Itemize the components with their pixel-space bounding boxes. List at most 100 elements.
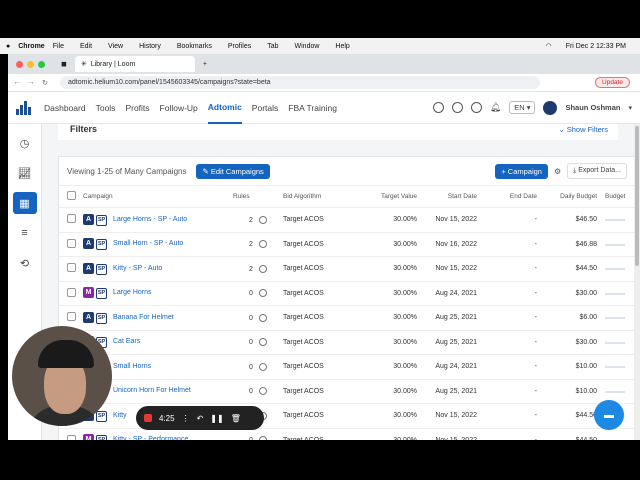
- clock-icon[interactable]: ◷: [13, 132, 37, 154]
- mac-menu-item[interactable]: File: [53, 43, 64, 50]
- column-header[interactable]: Rules: [233, 185, 283, 208]
- campaign-link[interactable]: Small Horn - SP - Auto: [113, 240, 183, 247]
- daily-budget-cell[interactable]: $44.50: [545, 256, 605, 282]
- column-header[interactable]: Bid Algorithm: [283, 185, 355, 208]
- end-date-cell[interactable]: -: [485, 281, 545, 306]
- rules-gear-icon[interactable]: [258, 240, 267, 249]
- tab-loom[interactable]: ✳ Library | Loom: [74, 56, 195, 72]
- daily-budget-cell[interactable]: $30.00: [545, 330, 605, 355]
- mac-menu-item[interactable]: View: [108, 43, 123, 50]
- row-checkbox[interactable]: [67, 434, 76, 440]
- row-checkbox[interactable]: [67, 312, 76, 322]
- back-icon[interactable]: ←: [12, 79, 22, 86]
- avatar[interactable]: [543, 100, 558, 115]
- list-filter-icon[interactable]: ≡: [13, 222, 37, 244]
- mac-menu-item[interactable]: Profiles: [228, 43, 251, 50]
- row-checkbox[interactable]: [67, 214, 76, 224]
- end-date-cell[interactable]: -: [485, 403, 545, 429]
- table-row[interactable]: ASPUnicorn Horn For Helmet0Target ACOS30…: [59, 379, 639, 404]
- tab-helium[interactable]: ◼: [55, 56, 73, 72]
- select-all-checkbox[interactable]: [67, 191, 76, 200]
- wifi-icon[interactable]: ◠: [546, 42, 552, 50]
- rules-gear-icon[interactable]: [258, 436, 267, 440]
- target-value-cell[interactable]: 30.00%: [355, 256, 425, 282]
- daily-budget-cell[interactable]: $44.50: [545, 428, 605, 440]
- reload-icon[interactable]: ↻: [40, 79, 50, 87]
- grid-icon[interactable]: ▦: [12, 192, 37, 214]
- bid-algorithm-cell[interactable]: Target ACOS: [283, 330, 355, 355]
- rules-gear-icon[interactable]: [258, 215, 267, 224]
- target-value-cell[interactable]: 30.00%: [355, 281, 425, 306]
- maximize-window-button[interactable]: [38, 60, 45, 68]
- trash-icon[interactable]: 🗑︎: [231, 414, 241, 423]
- campaign-link[interactable]: Large Horns: [113, 289, 152, 296]
- scrollbar[interactable]: [634, 124, 640, 440]
- daily-budget-cell[interactable]: $46.50: [545, 207, 605, 233]
- bell-icon[interactable]: 🔔︎: [490, 102, 501, 113]
- bid-algorithm-cell[interactable]: Target ACOS: [283, 428, 355, 440]
- daily-budget-cell[interactable]: $10.00: [545, 379, 605, 404]
- clock[interactable]: Fri Dec 2 12:33 PM: [566, 43, 626, 50]
- chart-icon[interactable]: 📈︎: [13, 162, 37, 184]
- target-value-cell[interactable]: 30.00%: [355, 207, 425, 233]
- minimize-window-button[interactable]: [27, 60, 34, 68]
- column-header[interactable]: Target Value: [355, 185, 425, 208]
- end-date-cell[interactable]: -: [485, 379, 545, 404]
- url-field[interactable]: adtomic.helium10.com/panel/1545603345/ca…: [60, 76, 540, 89]
- bid-algorithm-cell[interactable]: Target ACOS: [283, 207, 355, 233]
- end-date-cell[interactable]: -: [485, 354, 545, 380]
- search-icon[interactable]: [432, 102, 444, 113]
- user-name[interactable]: Shaun Oshman: [565, 103, 620, 112]
- table-row[interactable]: A SP Banana For Helmet 0 Target ACOS 30.00% Au…: [59, 305, 639, 331]
- end-date-cell[interactable]: -: [485, 207, 545, 233]
- bid-algorithm-cell[interactable]: Target ACOS: [283, 379, 355, 404]
- column-header[interactable]: Start Date: [425, 185, 485, 208]
- rules-gear-icon[interactable]: [258, 338, 267, 347]
- campaign-link[interactable]: Banana For Helmet: [113, 314, 174, 321]
- draw-icon[interactable]: ⋮: [182, 414, 190, 423]
- webcam-bubble[interactable]: [12, 326, 112, 426]
- bid-algorithm-cell[interactable]: Target ACOS: [283, 403, 355, 429]
- daily-budget-cell[interactable]: $46.88: [545, 232, 605, 257]
- table-row[interactable]: ASPCat Ears0Target ACOS30.00%Aug 25, 202…: [59, 330, 639, 355]
- nav-item-adtomic[interactable]: Adtomic: [207, 92, 242, 124]
- rules-gear-icon[interactable]: [258, 289, 267, 298]
- target-value-cell[interactable]: 30.00%: [355, 428, 425, 440]
- bid-algorithm-cell[interactable]: Target ACOS: [283, 232, 355, 257]
- history-icon[interactable]: ⟲: [13, 252, 37, 274]
- mac-menu-item[interactable]: Tab: [267, 43, 278, 50]
- mac-menu-item[interactable]: Bookmarks: [177, 43, 212, 50]
- nav-item-portals[interactable]: Portals: [252, 92, 278, 124]
- target-value-cell[interactable]: 30.00%: [355, 354, 425, 380]
- column-header[interactable]: Daily Budget: [545, 185, 605, 208]
- daily-budget-cell[interactable]: $6.00: [545, 305, 605, 331]
- campaign-link[interactable]: Kitty - SP - Auto: [113, 265, 162, 272]
- helium10-logo[interactable]: [16, 100, 32, 115]
- settings-gear-icon[interactable]: ⚙: [554, 167, 561, 176]
- target-value-cell[interactable]: 30.00%: [355, 305, 425, 331]
- close-window-button[interactable]: [16, 60, 23, 68]
- row-checkbox[interactable]: [67, 263, 76, 273]
- app-name[interactable]: Chrome: [18, 43, 44, 50]
- scrollbar-thumb[interactable]: [635, 126, 639, 266]
- mac-menu-item[interactable]: Window: [295, 43, 320, 50]
- facebook-icon[interactable]: [470, 102, 482, 113]
- table-row[interactable]: A SP Small Horn - SP - Auto 2 Target ACOS 30.…: [59, 232, 639, 257]
- rules-gear-icon[interactable]: [258, 313, 267, 322]
- column-header[interactable]: Campaign: [83, 185, 233, 208]
- nav-item-tools[interactable]: Tools: [96, 92, 116, 124]
- chevron-down-icon[interactable]: ▾: [628, 104, 632, 112]
- apple-icon[interactable]: ●: [6, 43, 10, 50]
- add-campaign-button[interactable]: + Campaign: [495, 163, 548, 179]
- column-header[interactable]: End Date: [485, 185, 545, 208]
- end-date-cell[interactable]: -: [485, 305, 545, 331]
- campaign-link[interactable]: Cat Ears: [113, 338, 140, 345]
- new-tab-button[interactable]: +: [197, 56, 213, 72]
- rules-gear-icon[interactable]: [258, 362, 267, 371]
- campaign-link[interactable]: Unicorn Horn For Helmet: [113, 387, 191, 394]
- show-filters-link[interactable]: ⌄ Show Filters: [558, 125, 608, 134]
- forward-icon[interactable]: →: [26, 79, 36, 86]
- target-value-cell[interactable]: 30.00%: [355, 379, 425, 404]
- chat-support-button[interactable]: ▬: [594, 400, 624, 430]
- update-button[interactable]: Update: [595, 77, 630, 88]
